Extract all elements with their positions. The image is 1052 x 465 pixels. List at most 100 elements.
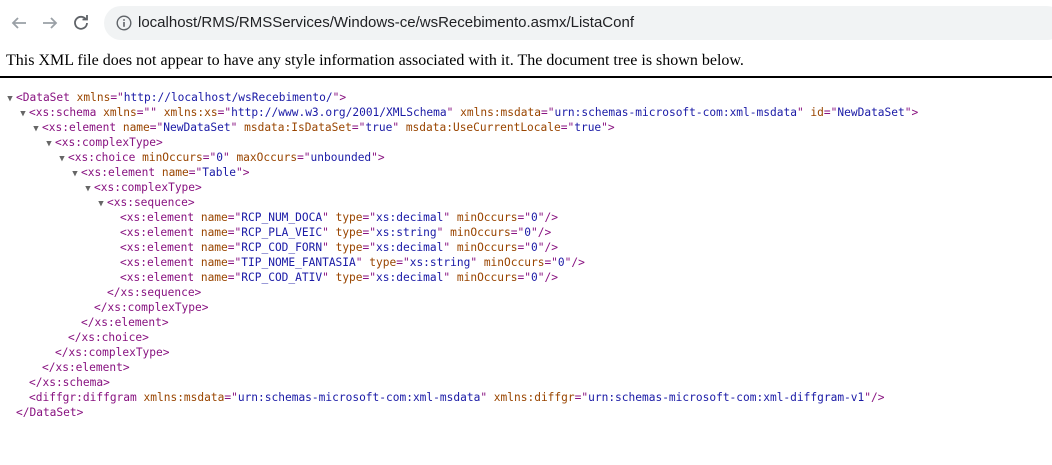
xml-tag: =" — [217, 106, 232, 119]
collapse-toggle-icon[interactable]: ▼ — [45, 137, 53, 152]
collapse-toggle-icon[interactable]: ▼ — [97, 197, 105, 212]
xml-attr-value: NewDataSet — [163, 121, 231, 134]
xml-attr-value: xs:string — [409, 256, 471, 269]
xml-tag: <xs:element — [120, 271, 195, 284]
xml-attr-name: name — [194, 211, 228, 224]
xml-attr-value: 0 — [530, 211, 538, 224]
xml-tag: <xs:element — [120, 241, 195, 254]
xml-tag: =" — [574, 391, 589, 404]
xml-attr-name: id — [803, 106, 824, 119]
xml-line: <xs:element name="RCP_NUM_DOCA" type="xs… — [120, 210, 558, 225]
xml-tag: =" — [227, 211, 242, 224]
xml-attr-value: RCP_NUM_DOCA — [241, 211, 323, 224]
xml-tag: =" — [540, 106, 555, 119]
xml-tag: <xs:complexType> — [94, 181, 202, 194]
xml-tag: " — [322, 211, 329, 224]
xml-attr-value: NewDataSet — [837, 106, 905, 119]
xml-attr-name: name — [194, 226, 228, 239]
xml-tag: "/> — [864, 391, 885, 404]
xml-line: </xs:element> — [81, 315, 169, 330]
xml-line[interactable]: ▼ <DataSet xmlns="http://localhost/wsRece… — [6, 90, 346, 105]
xml-tag: "/> — [537, 271, 558, 284]
xml-info-banner: This XML file does not appear to have an… — [0, 44, 1052, 78]
xml-line[interactable]: ▼ <xs:schema xmlns="" xmlns:xs="http://ww… — [19, 105, 918, 120]
xml-tag: =" — [517, 271, 531, 284]
xml-attr-value: http://localhost/wsRecebimento/ — [123, 91, 333, 104]
url-text[interactable]: localhost/RMS/RMSServices/Windows-ce/wsR… — [138, 14, 634, 31]
xml-tag: </xs:element> — [81, 316, 169, 329]
xml-attr-value: urn:schemas-microsoft-com:xml-diffgram-v… — [588, 391, 865, 404]
xml-tag: =" — [396, 256, 410, 269]
xml-tag: <DataSet — [16, 91, 70, 104]
collapse-toggle-icon[interactable]: ▼ — [32, 122, 40, 137]
xml-tag: <xs:element — [42, 121, 117, 134]
collapse-toggle-icon[interactable]: ▼ — [19, 107, 27, 122]
xml-attr-value: RCP_COD_ATIV — [241, 271, 323, 284]
xml-tag: " — [322, 226, 329, 239]
xml-line[interactable]: ▼ <xs:element name="NewDataSet" msdata:Is… — [32, 120, 614, 137]
xml-tag: =" — [517, 211, 531, 224]
collapse-toggle-icon[interactable]: ▼ — [58, 152, 66, 167]
reload-button[interactable] — [70, 12, 92, 34]
back-arrow-icon — [11, 17, 26, 29]
xml-line[interactable]: ▼ <xs:element name="Table"> — [71, 165, 249, 180]
xml-tag: <xs:element — [81, 166, 156, 179]
xml-line: <xs:element name="RCP_COD_FORN" type="xs… — [120, 240, 558, 255]
xml-tag: =" — [110, 91, 124, 104]
collapse-toggle-icon[interactable]: ▼ — [84, 182, 92, 197]
xml-tag: "> — [371, 151, 385, 164]
xml-attr-value: true — [365, 121, 393, 134]
xml-attr-value: 0 — [530, 241, 538, 254]
xml-attr-value: 0 — [216, 151, 223, 164]
back-button[interactable] — [8, 12, 30, 34]
xml-attr-name: name — [194, 256, 228, 269]
xml-attr-value: xs:decimal — [376, 241, 444, 254]
xml-attr-name: minOccurs — [443, 226, 511, 239]
browser-toolbar: localhost/RMS/RMSServices/Windows-ce/wsR… — [0, 0, 1052, 44]
xml-attr-name: minOccurs — [450, 271, 518, 284]
xml-attr-name: xmlns:msdata — [136, 391, 225, 404]
xml-line: </xs:complexType> — [55, 345, 170, 360]
xml-line: </xs:sequence> — [107, 285, 201, 300]
xml-attr-value: 0 — [557, 256, 565, 269]
xml-tag: "> — [332, 91, 347, 104]
collapse-toggle-icon[interactable]: ▼ — [6, 92, 14, 107]
xml-tag: " — [355, 256, 363, 269]
xml-attr-name: name — [155, 166, 189, 179]
address-bar[interactable]: localhost/RMS/RMSServices/Windows-ce/wsR… — [104, 6, 1052, 40]
xml-attr-value: urn:schemas-microsoft-com:xml-msdata — [237, 391, 481, 404]
xml-tag: =" — [227, 226, 242, 239]
xml-tag: " — [222, 151, 230, 164]
xml-tag: </xs:complexType> — [55, 346, 170, 359]
xml-attr-value: 0 — [530, 271, 538, 284]
xml-tag: =" — [227, 241, 242, 254]
xml-attr-value: xs:string — [376, 226, 437, 239]
xml-tag: =" — [188, 166, 203, 179]
collapse-toggle-icon[interactable]: ▼ — [71, 167, 79, 182]
xml-tag: <xs:element — [120, 211, 195, 224]
xml-line[interactable]: ▼ <xs:complexType> — [84, 180, 202, 195]
xml-tag: <xs:element — [120, 256, 195, 269]
xml-tag: "/> — [530, 226, 552, 239]
xml-line: </xs:complexType> — [94, 300, 209, 315]
xml-attr-value: 0 — [524, 226, 531, 239]
xml-attr-value: xs:decimal — [376, 211, 444, 224]
info-icon[interactable] — [116, 15, 132, 31]
xml-tag: =" — [224, 391, 238, 404]
banner-text: This XML file does not appear to have an… — [6, 52, 744, 69]
xml-line[interactable]: ▼ <xs:complexType> — [45, 135, 163, 150]
xml-attr-name: type — [362, 256, 397, 269]
xml-line[interactable]: ▼ <xs:choice minOccurs="0" maxOccurs="unb… — [58, 150, 385, 167]
xml-tag: =" — [823, 106, 838, 119]
xml-attr-name: minOccurs — [135, 151, 203, 164]
xml-tag: </DataSet> — [16, 406, 84, 419]
xml-line: <xs:element name="RCP_PLA_VEIC" type="xs… — [120, 225, 551, 240]
xml-line[interactable]: ▼ <xs:sequence> — [97, 195, 195, 212]
forward-button[interactable] — [39, 12, 61, 34]
xml-tag: ="" — [136, 106, 157, 119]
xml-tag: <xs:element — [120, 226, 195, 239]
xml-attr-name: xmlns:msdata — [453, 106, 541, 119]
xml-tag: "> — [904, 106, 919, 119]
xml-tag: <xs:sequence> — [107, 196, 195, 209]
xml-attr-name: msdata:IsDataSet — [237, 121, 352, 134]
